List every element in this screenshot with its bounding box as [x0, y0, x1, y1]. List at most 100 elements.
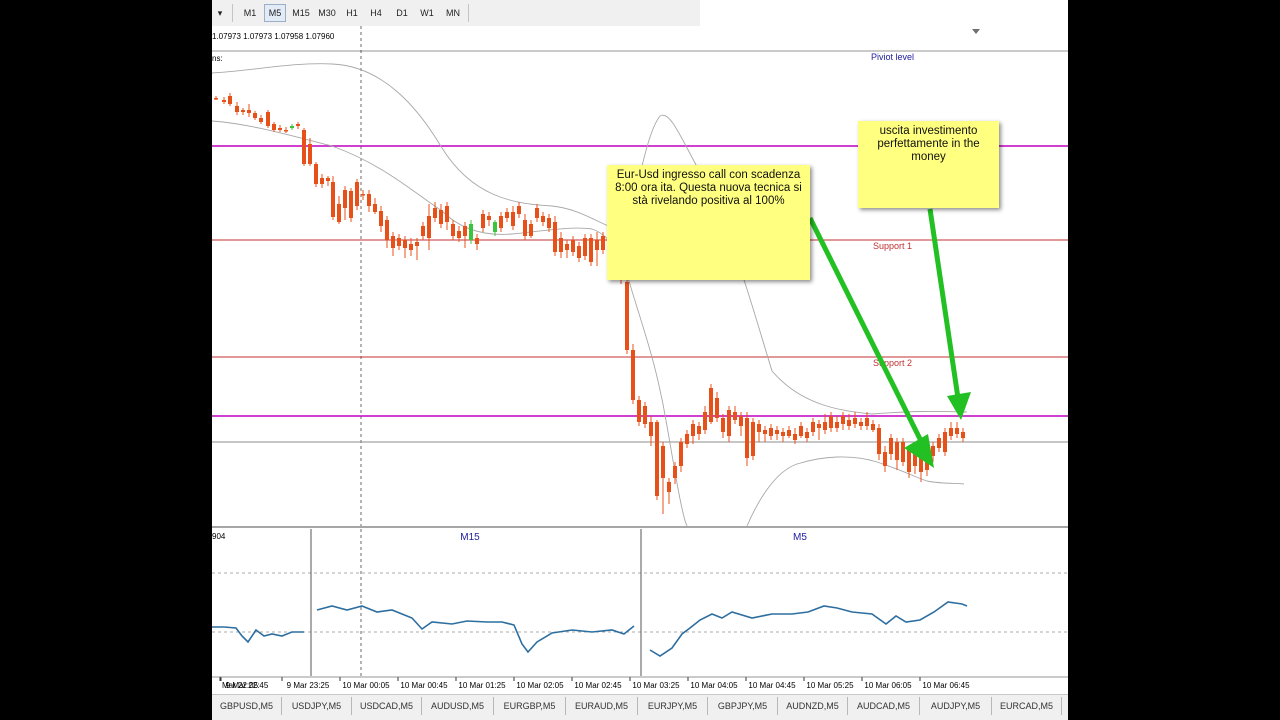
candle-body: [907, 450, 911, 472]
symbol-tabs-bar: GBPUSD,M5 USDJPY,M5 USDCAD,M5 AUDUSD,M5 EURG…: [212, 694, 1068, 720]
candle-body: [817, 424, 821, 428]
timeframe-w1-button[interactable]: W1: [416, 4, 438, 22]
candle-body: [859, 422, 863, 426]
candle-body: [733, 412, 737, 420]
candle-body: [559, 238, 563, 252]
time-axis-label: 10 Mar 04:05: [690, 681, 738, 690]
candle-body: [739, 416, 743, 426]
candle-body: [763, 430, 767, 434]
candle-body: [259, 118, 263, 122]
candle-body: [625, 282, 629, 350]
candle-body: [451, 224, 455, 236]
symbol-tab[interactable]: EURAUD,M5: [566, 697, 638, 715]
candle-body: [361, 194, 365, 196]
candle-body: [775, 430, 779, 434]
candle-body: [457, 231, 461, 238]
candle-body: [715, 398, 719, 418]
candle-body: [661, 446, 665, 478]
timeframe-h1-button[interactable]: H1: [341, 4, 363, 22]
candle-body: [214, 98, 218, 100]
candle-body: [439, 210, 443, 224]
candle-body: [349, 191, 353, 218]
symbol-tab[interactable]: AUDUSD,M5: [422, 697, 494, 715]
candle-body: [751, 422, 755, 456]
timeframe-mn-button[interactable]: MN: [441, 4, 465, 22]
candle-body: [421, 226, 425, 236]
timeframe-d1-button[interactable]: D1: [391, 4, 413, 22]
candle-body: [523, 220, 527, 236]
candle-body: [409, 244, 413, 250]
candle-body: [290, 126, 294, 128]
candle-body: [655, 422, 659, 496]
candle-body: [505, 212, 509, 218]
candle-body: [637, 400, 641, 422]
candle-body: [499, 216, 503, 228]
candle-body: [577, 246, 581, 258]
symbol-tab[interactable]: GBPJPY,M5: [708, 697, 778, 715]
candle-body: [397, 238, 401, 246]
symbol-tab[interactable]: EURGBP,M5: [494, 697, 566, 715]
candle-body: [781, 432, 785, 436]
candle-body: [673, 466, 677, 478]
time-axis-label: 10 Mar 00:05: [342, 681, 390, 690]
candle-body: [853, 418, 857, 424]
indicator-panel[interactable]: 904 M15 M5 Mar 22:059 Mar 22:45 9 Mar 23:…: [212, 526, 1068, 696]
candle-body: [727, 410, 731, 436]
time-axis-label: 10 Mar 01:25: [458, 681, 506, 690]
toolbar-dropdown-icon[interactable]: ▾: [212, 4, 228, 22]
candle-body: [955, 428, 959, 434]
candle-body: [228, 96, 232, 104]
symbol-tab[interactable]: AUDNZD,M5: [778, 697, 848, 715]
timeframe-m1-button[interactable]: M1: [238, 4, 262, 22]
candle-body: [326, 178, 330, 181]
candle-body: [355, 182, 359, 206]
candle-body: [296, 124, 300, 126]
symbol-tab[interactable]: USDCAD,M5: [352, 697, 422, 715]
symbol-tab[interactable]: EURCAD,M5: [992, 697, 1062, 715]
candle-body: [403, 240, 407, 248]
candle-body: [697, 426, 701, 434]
candle-body: [895, 442, 899, 460]
candle-body: [937, 438, 941, 448]
candle-body: [235, 106, 239, 112]
symbol-tab[interactable]: AUDJPY,M5: [920, 697, 992, 715]
candle-body: [320, 178, 324, 184]
candle-body: [703, 412, 707, 430]
candle-body: [481, 214, 485, 228]
timeframe-m15-button[interactable]: M15: [288, 4, 314, 22]
entry-note[interactable]: Eur-Usd ingresso call con scadenza 8:00 …: [607, 165, 810, 280]
candle-body: [949, 428, 953, 436]
candle-body: [493, 222, 497, 232]
time-axis-label: 10 Mar 03:25: [632, 681, 680, 690]
candle-body: [517, 206, 521, 214]
candle-body: [571, 240, 575, 252]
panel-label-m5: M5: [793, 532, 807, 543]
candle-body: [841, 416, 845, 424]
candle-body: [865, 418, 869, 426]
timeframe-m30-button[interactable]: M30: [314, 4, 340, 22]
timeframe-m5-button[interactable]: M5: [264, 4, 286, 22]
candle-body: [757, 424, 761, 432]
time-axis-label: 10 Mar 06:05: [864, 681, 912, 690]
candle-body: [529, 224, 533, 236]
candle-body: [823, 422, 827, 430]
candle-body: [943, 432, 947, 452]
time-axis-label: 10 Mar 04:45: [748, 681, 796, 690]
candle-body: [391, 236, 395, 248]
candle-body: [541, 216, 545, 222]
candle-body: [595, 240, 599, 250]
candle-body: [745, 418, 749, 458]
timeframe-h4-button[interactable]: H4: [365, 4, 387, 22]
symbol-tab[interactable]: EURJPY,M5: [638, 697, 708, 715]
symbol-tab[interactable]: GBPUSD,M5: [212, 697, 282, 715]
candle-body: [469, 224, 473, 240]
symbol-tab[interactable]: USDJPY,M5: [282, 697, 352, 715]
candle-body: [475, 238, 479, 244]
symbol-tab[interactable]: AUDCAD,M5: [848, 697, 920, 715]
candle-body: [314, 164, 318, 184]
candle-body: [847, 420, 851, 426]
exit-note[interactable]: uscita investimento perfettamente in the…: [858, 121, 999, 208]
candle-body: [535, 208, 539, 218]
candle-body: [379, 211, 383, 226]
candle-body: [373, 204, 377, 212]
